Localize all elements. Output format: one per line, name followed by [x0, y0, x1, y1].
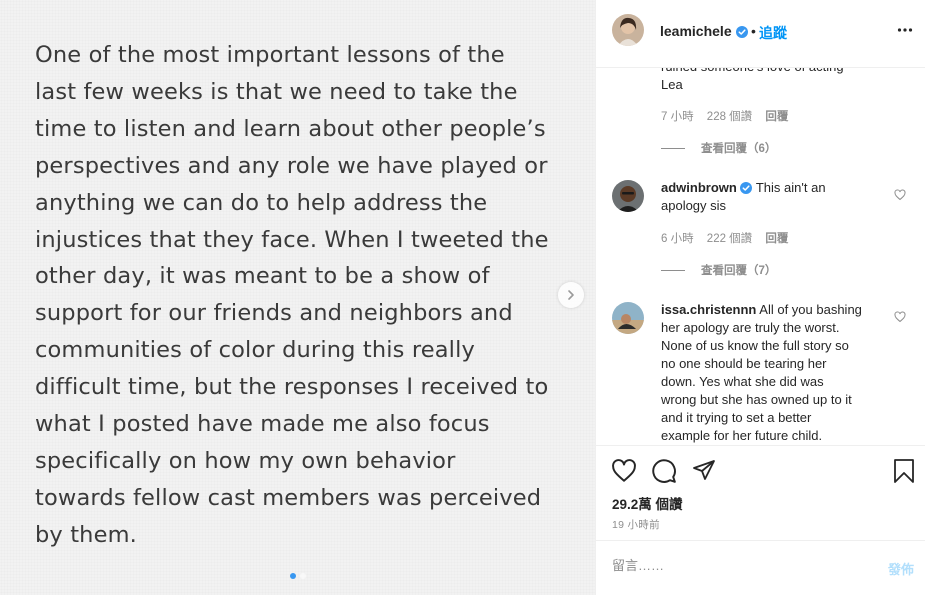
comment-body: her apology are truly the worst.: [661, 320, 840, 335]
text-line: what I posted have made me also focus: [35, 411, 490, 438]
avatar[interactable]: [612, 14, 644, 46]
post-sidebar: leamichele • 追蹤 ruined someone’s love of…: [595, 0, 925, 595]
like-comment-button[interactable]: [894, 188, 906, 206]
comment-body: apology sis: [661, 198, 727, 213]
comment-meta: 6 小時 222 個讚 回覆: [661, 230, 798, 246]
heart-icon: [894, 311, 906, 323]
text-line: perspectives and any role we have played…: [35, 152, 548, 179]
follow-button[interactable]: 追蹤: [759, 23, 787, 43]
text-line: by them.: [35, 521, 137, 548]
post-comment-button[interactable]: 發佈: [888, 559, 914, 578]
next-slide-button[interactable]: [558, 282, 584, 308]
text-line: anything we can do to help address the: [35, 189, 488, 216]
comment-likes[interactable]: 228 個讚: [707, 111, 752, 123]
comment-time: 7 小時: [661, 111, 694, 123]
divider-line: [661, 147, 685, 149]
post-image-text: One of the most important lessons of the…: [35, 37, 575, 554]
post-header: leamichele • 追蹤: [596, 0, 925, 68]
reply-button[interactable]: 回覆: [765, 233, 788, 245]
post-media[interactable]: One of the most important lessons of the…: [0, 0, 595, 595]
username-text: leamichele: [660, 23, 732, 39]
chevron-right-icon: [568, 290, 574, 300]
comment-body: example for her future child.: [661, 428, 823, 443]
comment-text: ruined someone’s love of acting Lea: [661, 68, 876, 94]
comment-body: All of you bashing: [759, 302, 862, 317]
comment-body: This ain't an: [755, 180, 826, 195]
comment-icon: [652, 459, 676, 483]
comment-line: Lea: [661, 77, 683, 92]
comment-body: None of us know the full story so: [661, 338, 849, 353]
comment-button[interactable]: [651, 458, 677, 489]
comment-meta: 7 小時 228 個讚 回覆: [661, 108, 798, 124]
post-timestamp[interactable]: 19 小時前: [612, 517, 660, 532]
save-button[interactable]: [892, 458, 916, 489]
text-line: specifically on how my own behavior: [35, 447, 456, 474]
carousel-dot: [289, 573, 296, 579]
username-link[interactable]: leamichele: [660, 23, 748, 39]
text-line: difficult time, but the responses I rece…: [35, 374, 549, 401]
divider-line: [661, 269, 685, 271]
comment-likes[interactable]: 222 個讚: [707, 233, 752, 245]
more-icon: [897, 28, 913, 32]
share-icon: [693, 460, 715, 480]
share-button[interactable]: [692, 458, 716, 487]
add-comment-bar: 發佈: [596, 540, 925, 595]
verified-icon: [735, 26, 748, 38]
carousel-dot: [299, 573, 306, 579]
view-replies-button[interactable]: 查看回覆（6）: [661, 140, 776, 156]
comment-body: and it trying to set a better: [661, 410, 812, 425]
text-line: injustices that they face. When I tweete…: [35, 226, 549, 253]
post-actions: 29.2萬 個讚 19 小時前: [596, 445, 925, 545]
reply-button[interactable]: 回覆: [765, 111, 788, 123]
verified-icon: [740, 182, 753, 194]
comment-username[interactable]: adwinbrown: [661, 180, 737, 195]
view-replies-label: 查看回覆（7）: [701, 265, 777, 277]
text-line: One of the most important lessons of the: [35, 42, 505, 68]
view-replies-button[interactable]: 查看回覆（7）: [661, 262, 776, 278]
avatar[interactable]: [612, 302, 644, 334]
more-options-button[interactable]: [897, 22, 913, 43]
comment-line: ruined someone’s love of acting: [661, 68, 876, 76]
comments-list[interactable]: ruined someone’s love of acting Lea 7 小時…: [596, 68, 925, 445]
comment-text: issa.christennn All of you bashing her a…: [661, 301, 876, 445]
text-line: last few weeks is that we need to take t…: [35, 78, 518, 105]
comment-text: adwinbrown This ain't an apology sis: [661, 179, 876, 215]
like-button[interactable]: [611, 458, 637, 489]
comment-body: no one should be tearing her: [661, 356, 827, 371]
text-line: time to listen and learn about other peo…: [35, 115, 546, 142]
heart-icon: [612, 459, 636, 482]
text-line: towards fellow cast members was perceive…: [35, 484, 542, 511]
text-line: support for our friends and neighbors an…: [35, 300, 513, 327]
comment-body: wrong but she has owned up to it: [661, 392, 852, 407]
comment-input[interactable]: [612, 558, 862, 573]
text-line: communities of color during this really: [35, 337, 475, 364]
carousel-indicator: [0, 573, 595, 579]
comment-body: down. Yes what she did was: [661, 374, 824, 389]
avatar[interactable]: [612, 180, 644, 212]
comment-time: 6 小時: [661, 233, 694, 245]
heart-icon: [894, 189, 906, 201]
text-line: other day, it was meant to be a show of: [35, 263, 490, 290]
bookmark-icon: [894, 459, 914, 483]
comment-username[interactable]: issa.christennn: [661, 302, 756, 317]
like-comment-button[interactable]: [894, 310, 906, 328]
view-replies-label: 查看回覆（6）: [701, 143, 777, 155]
separator-dot: •: [751, 23, 756, 39]
like-count[interactable]: 29.2萬 個讚: [612, 493, 683, 513]
